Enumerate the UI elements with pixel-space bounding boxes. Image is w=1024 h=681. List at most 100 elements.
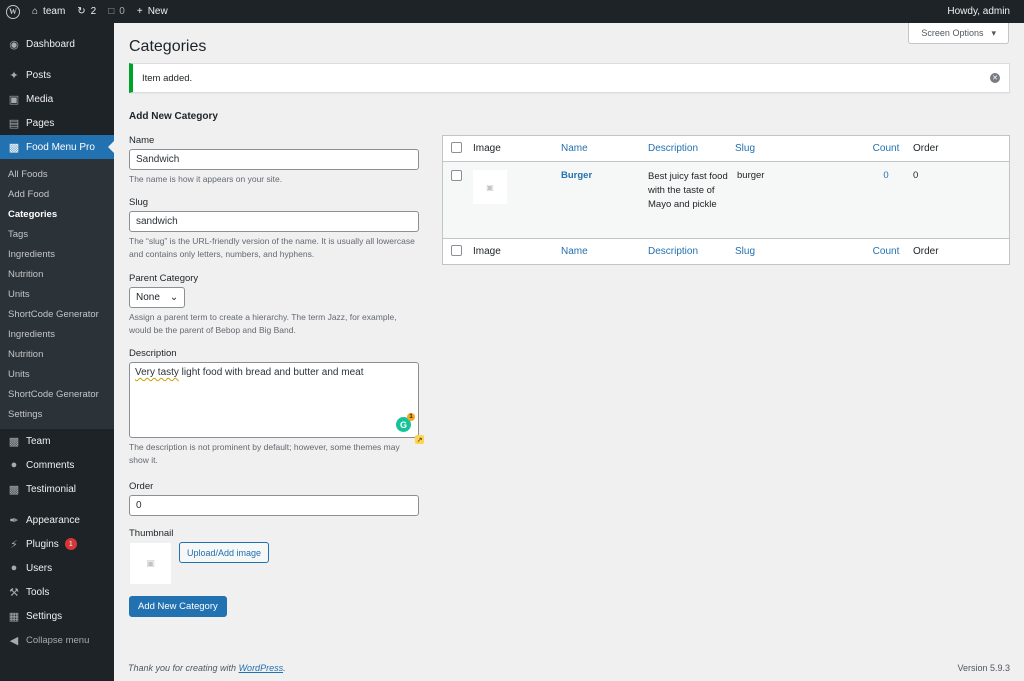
column-image-header: Image [473,143,501,154]
submenu-nutrition[interactable]: Nutrition [0,264,114,284]
menu-appearance[interactable]: ✒ Appearance [0,508,114,532]
menu-media-label: Media [26,93,54,105]
media-icon: ▣ [8,93,20,106]
admin-bar: W ⌂ team ↻ 2 □ 0 + New Howdy, admin [0,0,1024,23]
submenu-units[interactable]: Units [0,284,114,304]
upload-image-button[interactable]: Upload/Add image [179,542,270,563]
menu-plugins[interactable]: ⚡ Plugins 1 [0,532,114,556]
slug-field-group: Slug The “slug” is the URL-friendly vers… [129,197,419,261]
users-icon: ● [10,562,18,574]
updates-link[interactable]: ↻ 2 [71,0,102,23]
howdy-label: Howdy, admin [947,6,1010,17]
plus-icon: + [136,6,143,17]
categories-table: Image Name Description Slug Count Order … [442,135,1010,265]
submenu-nutrition-2[interactable]: Nutrition [0,344,114,364]
column-slug-footer[interactable]: Slug [735,246,859,257]
column-name-header[interactable]: Name [561,143,648,154]
collapse-menu-label: Collapse menu [26,634,90,646]
menu-food-menu-pro[interactable]: ▩ Food Menu Pro [0,135,114,159]
submenu-shortcode-generator[interactable]: ShortCode Generator [0,304,114,324]
slug-input[interactable] [129,211,419,232]
column-slug-header[interactable]: Slug [735,143,859,154]
page-title: Categories [129,38,207,55]
submenu-ingredients-2[interactable]: Ingredients [0,324,114,344]
menu-media[interactable]: ▣ Media [0,87,114,111]
site-name-link[interactable]: ⌂ team [26,0,71,23]
menu-testimonial[interactable]: ▩ Testimonial [0,477,114,501]
menu-settings-label: Settings [26,610,63,622]
caret-down-icon: ▾ [991,27,996,38]
menu-comments[interactable]: ● Comments [0,453,114,477]
submenu-add-food[interactable]: Add Food [0,184,114,204]
order-input[interactable] [129,495,419,516]
new-content-link[interactable]: + New [131,0,174,23]
thumbnail-placeholder-icon: ▣ [129,542,172,585]
new-label: New [147,6,168,17]
comment-bubble-icon: □ [108,6,115,17]
column-count-header[interactable]: Count [859,143,913,154]
column-description-header[interactable]: Description [648,143,735,154]
paintbrush-icon: ✒ [9,514,19,527]
row-name-link[interactable]: Burger [561,170,592,181]
name-input[interactable] [129,149,419,170]
menu-settings[interactable]: ▦ Settings [0,604,114,628]
menu-food-menu-pro-label: Food Menu Pro [26,141,95,153]
submenu-tags[interactable]: Tags [0,224,114,244]
wordpress-logo-menu[interactable]: W [0,0,26,23]
menu-team[interactable]: ▩ Team [0,429,114,453]
footer-version: Version 5.9.3 [957,663,1010,673]
footer-thanks-text: Thank you for creating with [128,663,239,673]
testimonial-icon: ▩ [8,483,20,496]
submenu-categories[interactable]: Categories [0,204,114,224]
description-field-group: Description Very tasty light food with b… [129,348,419,467]
menu-users-label: Users [26,562,53,574]
menu-users[interactable]: ● Users [0,556,114,580]
select-all-checkbox-footer[interactable] [451,244,462,256]
column-description-footer[interactable]: Description [648,246,735,257]
menu-testimonial-label: Testimonial [26,483,77,495]
row-checkbox[interactable] [451,170,462,181]
submenu-ingredients[interactable]: Ingredients [0,244,114,264]
menu-team-label: Team [26,435,51,447]
row-thumbnail-icon: ▣ [473,170,507,204]
grammarly-icon[interactable]: G1 [396,413,415,432]
name-description: The name is how it appears on your site. [129,174,283,184]
my-account-link[interactable]: Howdy, admin [941,0,1024,23]
table-header-row: Image Name Description Slug Count Order [443,136,1009,162]
slug-label: Slug [129,197,149,208]
comments-icon: ● [10,459,18,471]
parent-select-value: None [136,292,160,303]
thumbnail-label: Thumbnail [129,528,174,539]
submenu-shortcode-generator-2[interactable]: ShortCode Generator [0,384,114,404]
name-field-group: Name The name is how it appears on your … [129,135,419,186]
column-image-footer: Image [473,246,501,257]
wordpress-link[interactable]: WordPress [239,663,284,673]
notice-text: Item added. [142,72,193,84]
menu-pages[interactable]: ▤ Pages [0,111,114,135]
parent-select[interactable]: None ⌄ [129,287,185,308]
menu-dashboard[interactable]: ◉ Dashboard [0,32,114,56]
submenu-units-2[interactable]: Units [0,364,114,384]
select-all-checkbox[interactable] [451,141,462,153]
submenu-all-foods[interactable]: All Foods [0,164,114,184]
grammarly-count-badge: 1 [407,413,415,421]
column-name-footer[interactable]: Name [561,246,648,257]
row-count-link[interactable]: 0 [859,170,913,238]
dismiss-icon[interactable]: ✕ [990,73,1000,83]
comments-link[interactable]: □ 0 [102,0,131,23]
plugins-update-badge: 1 [64,538,77,550]
plugin-icon: ⚡ [10,538,18,551]
footer-thanks: Thank you for creating with WordPress. [128,663,286,673]
menu-posts[interactable]: ✦ Posts [0,63,114,87]
screen-options-button[interactable]: Screen Options ▾ [908,23,1009,44]
add-new-category-button[interactable]: Add New Category [129,596,227,617]
description-label: Description [129,348,177,359]
column-count-footer[interactable]: Count [859,246,913,257]
description-textarea[interactable]: Very tasty light food with bread and but… [129,362,419,438]
order-label: Order [129,481,154,492]
submenu-settings[interactable]: Settings [0,404,114,424]
menu-tools[interactable]: ⚒ Tools [0,580,114,604]
collapse-menu-button[interactable]: ◀ Collapse menu [0,628,114,652]
home-icon: ⌂ [32,6,39,17]
updates-count: 2 [90,6,97,17]
